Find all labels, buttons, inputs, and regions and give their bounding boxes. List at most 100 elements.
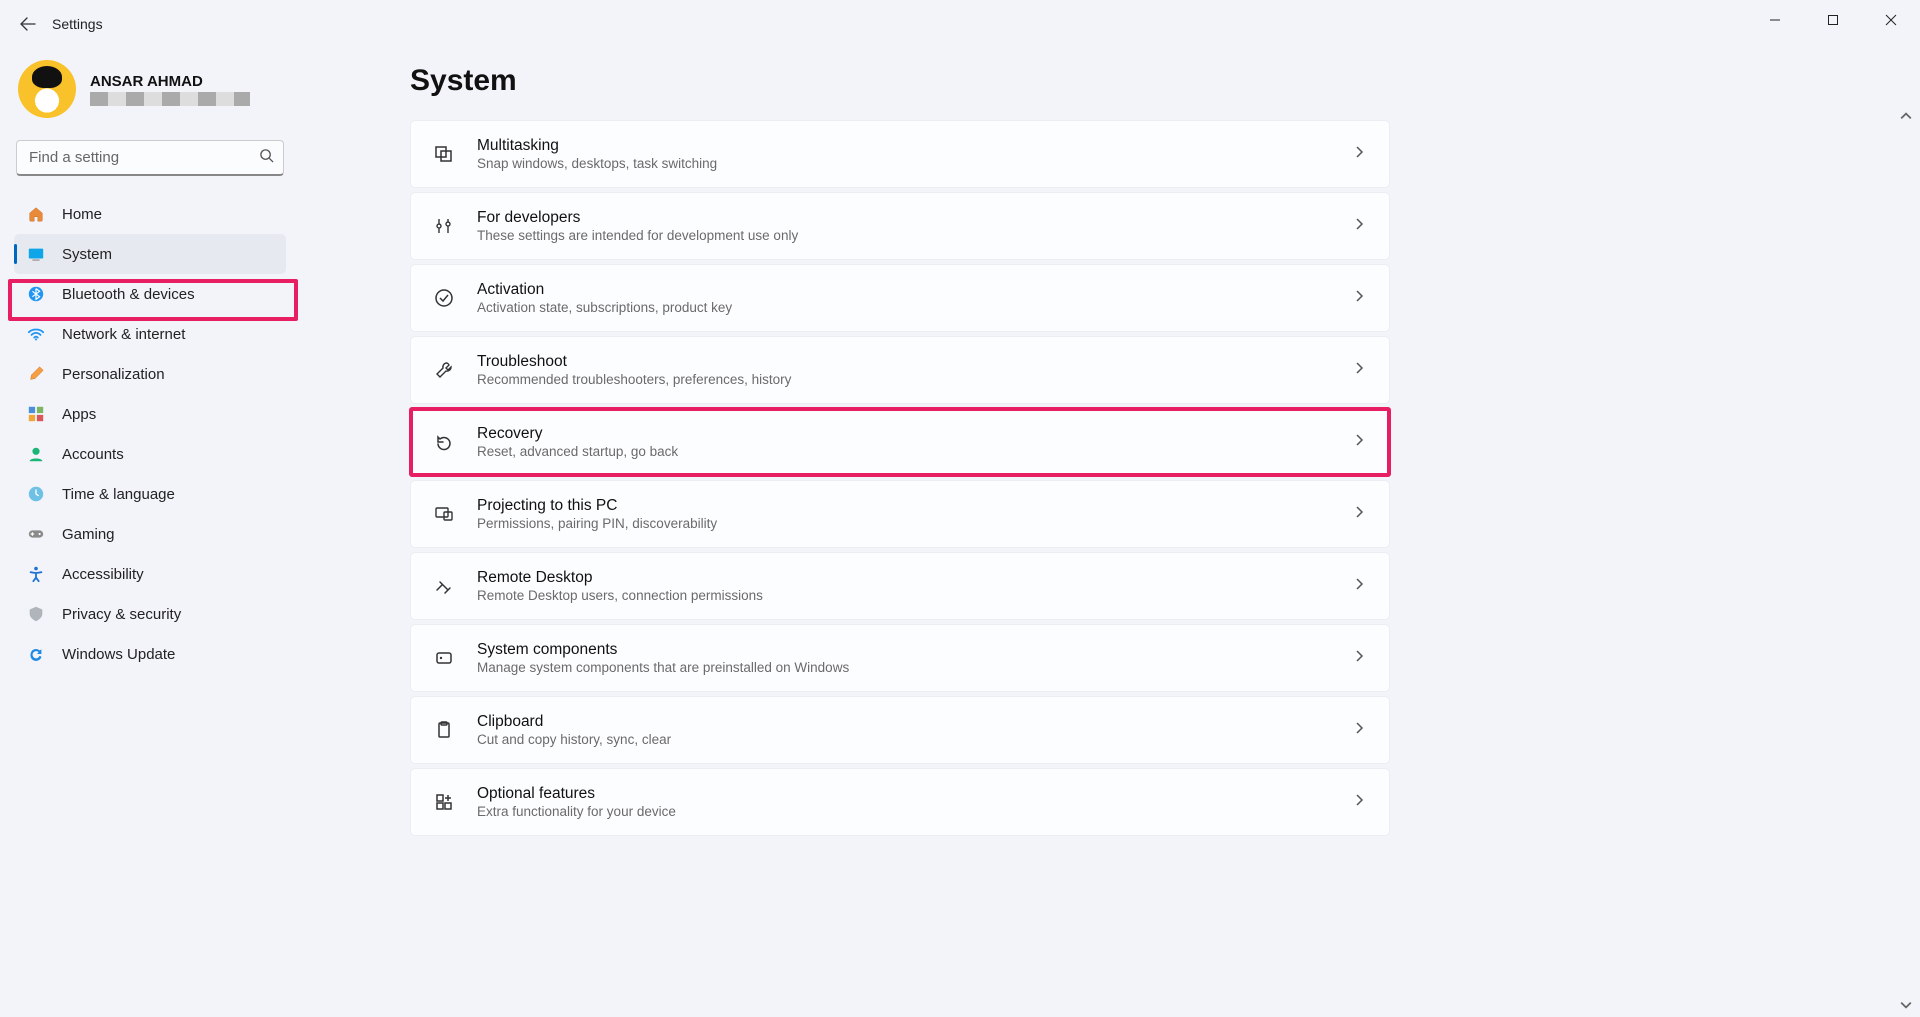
chevron-right-icon [1353, 721, 1367, 740]
nav-accounts[interactable]: Accounts [14, 434, 286, 474]
gamepad-icon [26, 524, 46, 544]
row-optional[interactable]: Optional featuresExtra functionality for… [410, 768, 1390, 836]
scroll-down-icon [1900, 999, 1912, 1011]
row-title: Clipboard [477, 713, 1353, 731]
back-button[interactable] [8, 4, 48, 44]
row-title: Troubleshoot [477, 353, 1353, 371]
apps-icon [26, 404, 46, 424]
row-title: For developers [477, 209, 1353, 227]
chevron-right-icon [1353, 505, 1367, 524]
components-icon [433, 648, 455, 668]
settings-list: MultitaskingSnap windows, desktops, task… [410, 120, 1390, 836]
search-input[interactable] [16, 140, 284, 176]
row-desc: Activation state, subscriptions, product… [477, 300, 1353, 315]
row-title: Optional features [477, 785, 1353, 803]
row-title: System components [477, 641, 1353, 659]
row-developers[interactable]: For developersThese settings are intende… [410, 192, 1390, 260]
row-desc: Extra functionality for your device [477, 804, 1353, 819]
nav-label: Gaming [62, 526, 115, 543]
window-controls [1746, 0, 1920, 40]
scroll-up-icon [1900, 110, 1912, 122]
chevron-right-icon [1353, 289, 1367, 308]
nav-network[interactable]: Network & internet [14, 314, 286, 354]
nav-home[interactable]: Home [14, 194, 286, 234]
row-troubleshoot[interactable]: TroubleshootRecommended troubleshooters,… [410, 336, 1390, 404]
nav-privacy[interactable]: Privacy & security [14, 594, 286, 634]
chevron-right-icon [1353, 649, 1367, 668]
wrench-icon [433, 360, 455, 380]
row-components[interactable]: System componentsManage system component… [410, 624, 1390, 692]
nav-label: Privacy & security [62, 606, 181, 623]
row-desc: Cut and copy history, sync, clear [477, 732, 1353, 747]
nav-system[interactable]: System [14, 234, 286, 274]
nav-label: System [62, 246, 112, 263]
brush-icon [26, 364, 46, 384]
row-desc: Remote Desktop users, connection permiss… [477, 588, 1353, 603]
nav-time[interactable]: Time & language [14, 474, 286, 514]
system-icon [26, 244, 46, 264]
maximize-button[interactable] [1804, 0, 1862, 40]
arrow-left-icon [20, 16, 36, 32]
row-desc: Manage system components that are preins… [477, 660, 1353, 675]
accessibility-icon [26, 564, 46, 584]
scrollbar[interactable] [1896, 0, 1916, 1017]
nav-label: Apps [62, 406, 96, 423]
row-title: Remote Desktop [477, 569, 1353, 587]
nav-label: Home [62, 206, 102, 223]
row-title: Recovery [477, 425, 1353, 443]
multitasking-icon [433, 144, 455, 164]
row-desc: Permissions, pairing PIN, discoverabilit… [477, 516, 1353, 531]
nav-label: Windows Update [62, 646, 175, 663]
nav-gaming[interactable]: Gaming [14, 514, 286, 554]
accounts-icon [26, 444, 46, 464]
chevron-right-icon [1353, 217, 1367, 236]
content-area: System MultitaskingSnap windows, desktop… [300, 48, 1920, 1017]
nav-apps[interactable]: Apps [14, 394, 286, 434]
profile-email [90, 92, 250, 106]
chevron-right-icon [1353, 433, 1367, 452]
avatar [18, 60, 76, 118]
recovery-icon [433, 432, 455, 452]
nav-personalization[interactable]: Personalization [14, 354, 286, 394]
nav-label: Bluetooth & devices [62, 286, 195, 303]
row-recovery[interactable]: RecoveryReset, advanced startup, go back [410, 408, 1390, 476]
search-container [16, 140, 284, 176]
minimize-button[interactable] [1746, 0, 1804, 40]
row-projecting[interactable]: Projecting to this PCPermissions, pairin… [410, 480, 1390, 548]
shield-icon [26, 604, 46, 624]
nav-label: Accessibility [62, 566, 144, 583]
home-icon [26, 204, 46, 224]
row-desc: Snap windows, desktops, task switching [477, 156, 1353, 171]
nav-bluetooth[interactable]: Bluetooth & devices [14, 274, 286, 314]
sidebar: ANSAR AHMAD Home System Bluetooth & devi… [0, 48, 300, 1017]
titlebar: Settings [0, 0, 1920, 48]
nav-accessibility[interactable]: Accessibility [14, 554, 286, 594]
search-icon [259, 148, 274, 168]
row-clipboard[interactable]: ClipboardCut and copy history, sync, cle… [410, 696, 1390, 764]
chevron-right-icon [1353, 361, 1367, 380]
row-desc: Reset, advanced startup, go back [477, 444, 1353, 459]
page-title: System [410, 64, 1880, 98]
chevron-right-icon [1353, 145, 1367, 164]
developers-icon [433, 216, 455, 236]
clock-icon [26, 484, 46, 504]
nav-update[interactable]: Windows Update [14, 634, 286, 674]
row-desc: Recommended troubleshooters, preferences… [477, 372, 1353, 387]
chevron-right-icon [1353, 577, 1367, 596]
row-activation[interactable]: ActivationActivation state, subscription… [410, 264, 1390, 332]
row-remote[interactable]: Remote DesktopRemote Desktop users, conn… [410, 552, 1390, 620]
nav-label: Time & language [62, 486, 175, 503]
check-circle-icon [433, 288, 455, 308]
features-icon [433, 792, 455, 812]
row-multitasking[interactable]: MultitaskingSnap windows, desktops, task… [410, 120, 1390, 188]
row-desc: These settings are intended for developm… [477, 228, 1353, 243]
remote-icon [433, 576, 455, 596]
wifi-icon [26, 324, 46, 344]
nav-label: Network & internet [62, 326, 185, 343]
nav-label: Personalization [62, 366, 165, 383]
projecting-icon [433, 504, 455, 524]
clipboard-icon [433, 720, 455, 740]
profile-name: ANSAR AHMAD [90, 73, 250, 90]
profile-block[interactable]: ANSAR AHMAD [14, 56, 286, 132]
row-title: Activation [477, 281, 1353, 299]
